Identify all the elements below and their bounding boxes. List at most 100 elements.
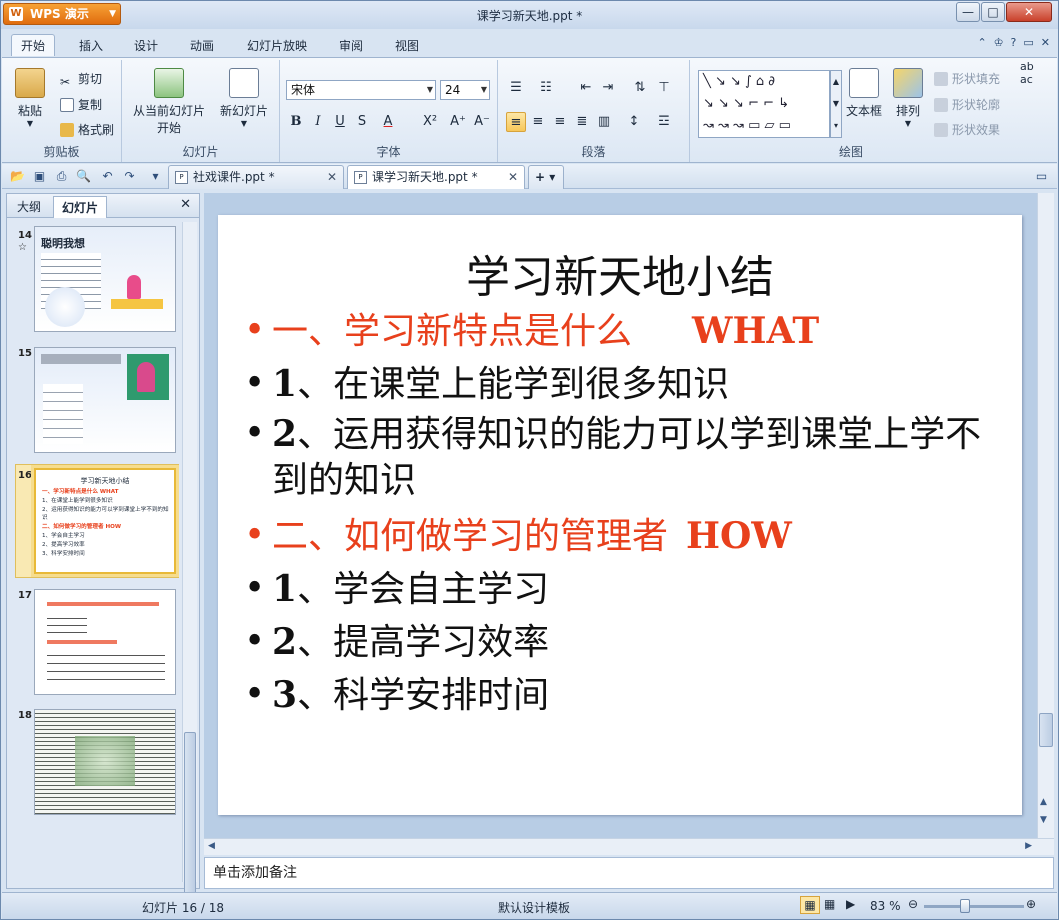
cut-button[interactable]: ✂ 剪切 (60, 70, 102, 89)
skin-icon[interactable]: ♔ (994, 36, 1004, 49)
redo-icon[interactable]: ↷ (122, 169, 137, 184)
bullets-icon[interactable]: ☰ (506, 78, 526, 98)
close-icon[interactable]: ✕ (327, 166, 337, 188)
scroll-right-icon[interactable]: ▶ (1025, 841, 1032, 851)
slide-vertical-scrollbar[interactable]: ▲ ▼ (1037, 193, 1054, 838)
maximize-button[interactable]: □ (981, 2, 1005, 22)
scroll-left-icon[interactable]: ◀ (208, 841, 215, 851)
shape-outline-button[interactable]: 形状轮廓 (934, 96, 1000, 113)
text-direction-icon[interactable]: ⇅ (630, 78, 650, 98)
tab-slides[interactable]: 幻灯片 (53, 196, 108, 218)
panel-scroll-thumb[interactable] (184, 732, 196, 902)
zoom-slider-knob[interactable] (960, 899, 970, 913)
notes-placeholder: 单击添加备注 (213, 865, 297, 881)
close-button[interactable]: ✕ (1006, 2, 1052, 22)
increase-indent-icon[interactable]: ⇥ (598, 78, 618, 98)
slide-horizontal-scrollbar[interactable]: ◀ ▶ (204, 838, 1054, 855)
font-color-icon[interactable]: A (378, 112, 398, 132)
slide-thumbnail-15[interactable] (34, 347, 176, 453)
new-slide-button[interactable]: 新幻灯片 ▼ (216, 68, 272, 128)
underline-button[interactable]: U (330, 112, 350, 132)
shapes-gallery[interactable]: ╲ ↘ ↘ ∫ ⌂ ∂ ↘ ↘ ↘ ⌐ ⌐ ↳ ↝ ↝ ↝ ▭ ▱ ▭ (698, 70, 830, 138)
close-icon[interactable]: ✕ (180, 197, 191, 212)
slide-thumbnail-14[interactable]: 聪明我想 (34, 226, 176, 332)
font-size-select[interactable]: 24 ▼ (440, 80, 490, 100)
panel-scrollbar[interactable] (182, 222, 197, 902)
save-icon[interactable]: ▣ (32, 169, 47, 184)
shrink-font-icon[interactable]: A⁻ (472, 112, 492, 132)
slide[interactable]: 学习新天地小结 一、学习新特点是什么WHAT 1、在课堂上能学到很多知识 2、运… (218, 215, 1022, 815)
columns-icon[interactable]: ☲ (654, 112, 674, 132)
tab-view[interactable]: 视图 (395, 35, 419, 57)
ribbon-overflow[interactable]: ab ac (1020, 60, 1056, 160)
prev-slide-icon[interactable]: ▲ (1040, 797, 1047, 807)
paste-button[interactable]: 粘贴 ▼ (10, 68, 50, 128)
justify-icon[interactable]: ≣ (572, 112, 592, 132)
from-current-slide-button[interactable]: 从当前幻灯片 开始 (130, 68, 208, 136)
align-text-icon[interactable]: ⊤ (654, 78, 674, 98)
zoom-slider-track[interactable] (924, 905, 1024, 908)
tab-design[interactable]: 设计 (134, 35, 158, 57)
line-spacing-icon[interactable]: ↕ (624, 112, 644, 132)
tab-animation[interactable]: 动画 (190, 35, 214, 57)
notes-pane[interactable]: 单击添加备注 (204, 857, 1054, 889)
gallery-scroll[interactable]: ▲ ▼ ▾ (830, 70, 842, 138)
grow-font-icon[interactable]: A⁺ (448, 112, 468, 132)
normal-view-icon[interactable]: ▦ (800, 896, 820, 914)
slide-thumbnail-18[interactable] (34, 709, 176, 815)
tab-home[interactable]: 开始 (11, 34, 56, 56)
tab-slideshow[interactable]: 幻灯片放映 (247, 35, 307, 57)
template-name[interactable]: 默认设计模板 (498, 899, 570, 916)
zoom-out-icon[interactable]: ⊖ (908, 897, 918, 911)
next-slide-icon[interactable]: ▼ (1040, 815, 1047, 825)
close-icon[interactable]: ✕ (508, 166, 518, 188)
undo-icon[interactable]: ↶ (100, 169, 115, 184)
shape-fill-button[interactable]: 形状填充 (934, 70, 1000, 87)
copy-button[interactable]: 复制 (60, 96, 102, 113)
numbering-icon[interactable]: ☷ (536, 78, 556, 98)
tab-list-icon[interactable]: ▭ (1034, 169, 1049, 184)
zoom-in-icon[interactable]: ⊕ (1026, 897, 1036, 911)
slide-title[interactable]: 学习新天地小结 (218, 241, 1022, 305)
align-left-icon[interactable]: ≡ (506, 112, 526, 132)
format-painter-button[interactable]: 格式刷 (60, 121, 114, 138)
tab-outline[interactable]: 大纲 (9, 196, 49, 218)
bold-button[interactable]: B (286, 112, 306, 132)
customize-icon[interactable]: ▾ (148, 169, 163, 184)
slideshow-icon[interactable]: ▶ (846, 897, 855, 911)
doc-tab-2[interactable]: P 课学习新天地.ppt * ✕ (347, 165, 525, 189)
tab-insert[interactable]: 插入 (79, 35, 103, 57)
paste-label: 粘贴 (17, 104, 42, 118)
shape-effect-button[interactable]: 形状效果 (934, 121, 1000, 138)
decrease-indent-icon[interactable]: ⇤ (576, 78, 596, 98)
align-right-icon[interactable]: ≡ (550, 112, 570, 132)
slide-scroll-thumb[interactable] (1039, 713, 1053, 747)
restore-icon[interactable]: ▭ (1023, 36, 1033, 49)
superscript-icon[interactable]: X² (420, 112, 440, 132)
ribbon-tab-bar: 开始 插入 设计 动画 幻灯片放映 审阅 视图 ⌃ ♔ ? ▭ ✕ (1, 31, 1058, 57)
doc-close-icon[interactable]: ✕ (1041, 36, 1050, 49)
slide-number: 14 (18, 230, 32, 241)
chevron-up-icon[interactable]: ⌃ (977, 36, 986, 49)
doc-tab-label: 课学习新天地.ppt * (372, 170, 478, 184)
shape-fill-label: 形状填充 (952, 72, 1001, 86)
italic-button[interactable]: I (308, 112, 328, 132)
tab-review[interactable]: 审阅 (339, 35, 363, 57)
textbox-button[interactable]: 文本框 (842, 68, 886, 119)
print-preview-icon[interactable]: 🔍 (76, 169, 91, 184)
open-icon[interactable]: 📂 (10, 169, 25, 184)
minimize-button[interactable]: — (956, 2, 980, 22)
slide-thumbnail-16[interactable]: 学习新天地小结 一、学习新特点是什么 WHAT 1、在课堂上能学到很多知识 2、… (34, 468, 176, 574)
new-tab-button[interactable]: + ▾ (528, 165, 564, 189)
align-center-icon[interactable]: ≡ (528, 112, 548, 132)
distribute-icon[interactable]: ▥ (594, 112, 614, 132)
help-icon[interactable]: ? (1011, 36, 1017, 49)
print-icon[interactable]: ⎙ (54, 169, 69, 184)
sorter-view-icon[interactable]: ▦ (824, 897, 835, 911)
slide-body[interactable]: 一、学习新特点是什么WHAT 1、在课堂上能学到很多知识 2、运用获得知识的能力… (244, 305, 1004, 722)
shadow-button[interactable]: S (352, 112, 372, 132)
slide-thumbnail-17[interactable] (34, 589, 176, 695)
font-family-select[interactable]: 宋体 ▼ (286, 80, 436, 100)
doc-tab-1[interactable]: P 社戏课件.ppt * ✕ (168, 165, 344, 189)
arrange-button[interactable]: 排列 ▼ (886, 68, 930, 128)
